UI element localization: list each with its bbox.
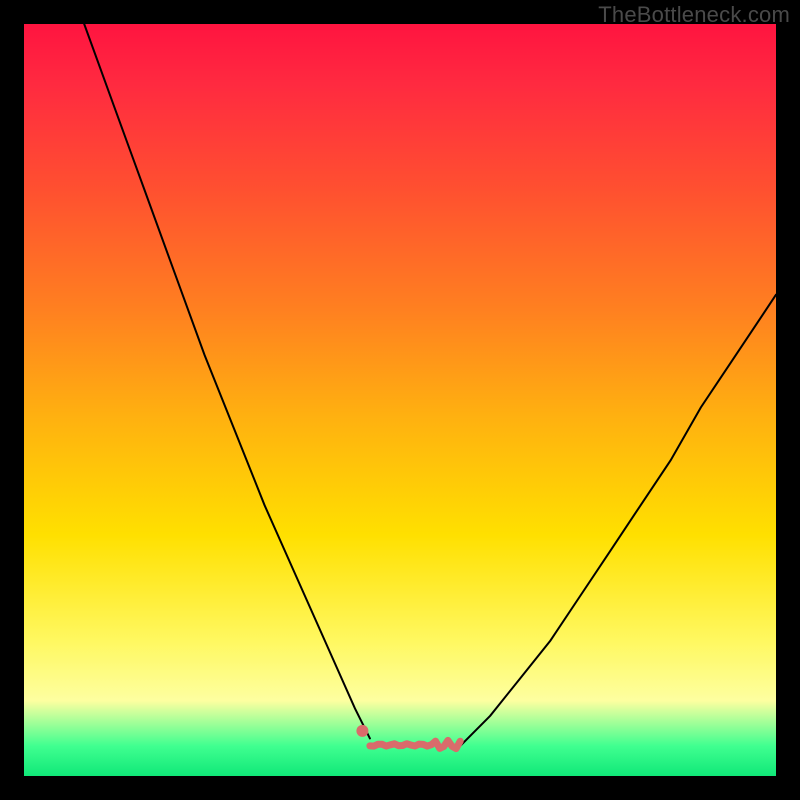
curve-right-branch	[460, 295, 776, 746]
curve-left-branch	[84, 24, 370, 738]
marker-dot	[356, 725, 368, 737]
bottleneck-curve-chart	[24, 24, 776, 776]
flat-bottom-marker	[370, 740, 460, 748]
